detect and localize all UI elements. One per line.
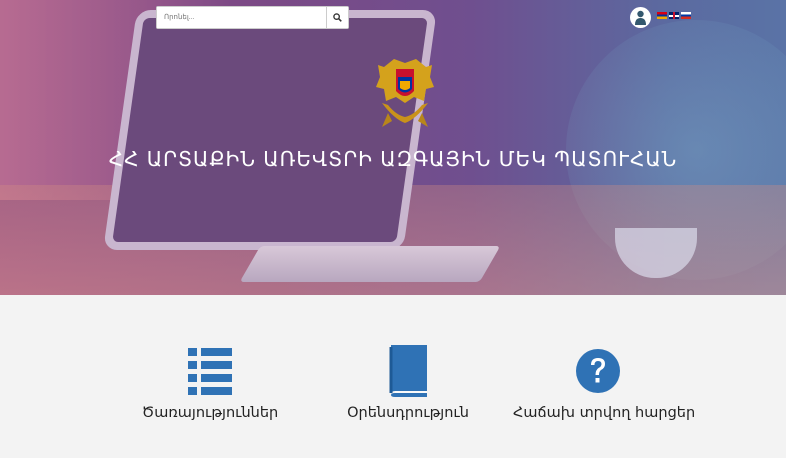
user-icon — [635, 10, 646, 25]
language-en-flag[interactable] — [669, 12, 679, 19]
language-ru-flag[interactable] — [681, 12, 691, 19]
features-section: Ծառայություններ Օրենսդրություն Հաճախ տրվ… — [0, 295, 786, 458]
search-button[interactable] — [326, 7, 348, 28]
background-laptop-screen — [103, 10, 437, 250]
user-account-button[interactable] — [630, 7, 651, 28]
feature-services-icon-wrap — [125, 343, 295, 399]
search-icon — [333, 13, 342, 22]
hero-banner: ՀՀ ԱՐՏԱՔԻՆ ԱՌԵՎՏՐԻ ԱԶԳԱՅԻՆ ՄԵԿ ՊԱՏՈՒՀԱՆ — [0, 0, 786, 295]
page-title: ՀՀ ԱՐՏԱՔԻՆ ԱՌԵՎՏՐԻ ԱԶԳԱՅԻՆ ՄԵԿ ՊԱՏՈՒՀԱՆ — [108, 147, 678, 171]
feature-legislation-icon-wrap — [323, 343, 493, 399]
feature-services-label: Ծառայություններ — [141, 405, 279, 421]
search-bar — [156, 6, 349, 29]
search-input[interactable] — [157, 7, 326, 28]
feature-legislation-label: Օրենսդրություն — [347, 405, 469, 421]
coat-of-arms-emblem — [376, 59, 434, 127]
book-icon — [389, 345, 427, 397]
language-hy-flag[interactable] — [657, 12, 667, 19]
list-icon — [188, 348, 232, 395]
feature-faq-icon-wrap — [513, 343, 683, 399]
background-laptop-base — [239, 246, 501, 282]
language-switcher — [657, 12, 691, 19]
feature-faq-label: Հաճախ տրվող հարցեր — [513, 405, 696, 421]
question-circle-icon — [576, 349, 620, 393]
